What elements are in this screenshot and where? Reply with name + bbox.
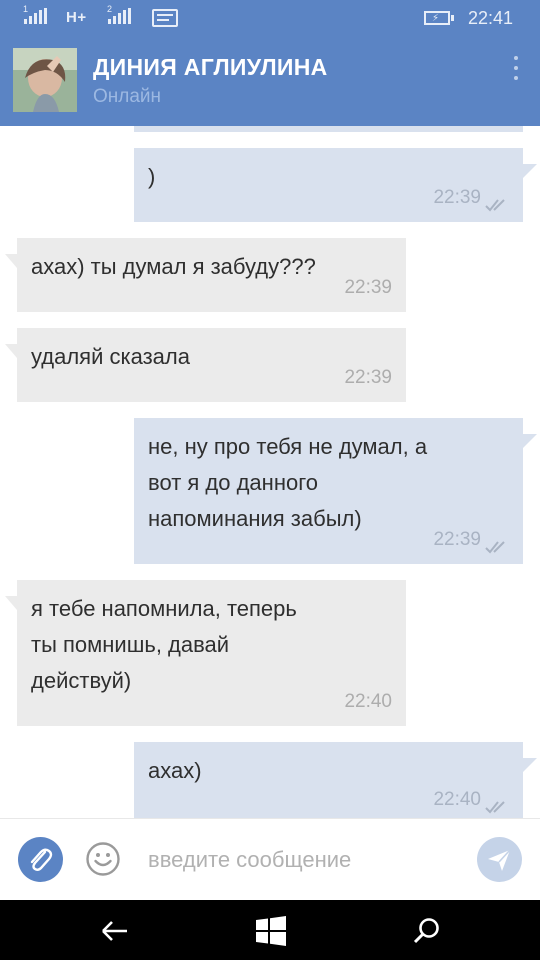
- search-button[interactable]: [411, 915, 443, 947]
- message-time: 22:39: [344, 367, 392, 388]
- signal-strength-icon: 1: [23, 4, 47, 24]
- message-text: я тебе напомнила, теперь ты помнишь, дав…: [31, 596, 297, 693]
- battery-charging-icon: ⚡: [424, 11, 454, 25]
- double-check-icon: [485, 801, 505, 814]
- message-text: не, ну про тебя не думал, а вот я до дан…: [148, 434, 428, 531]
- message-bubble-outgoing[interactable]: ахах) 22:40: [134, 742, 537, 818]
- message-time: 22:39: [433, 187, 481, 208]
- message-bubble-outgoing[interactable]: не, ну про тебя не думал, а вот я до дан…: [134, 418, 537, 564]
- contact-avatar[interactable]: [13, 48, 77, 112]
- message-time: 22:39: [433, 529, 481, 550]
- status-bar: 1 H+ 2 ⚡ 22:41: [0, 0, 540, 36]
- emoji-button[interactable]: [85, 841, 121, 877]
- message-time: 22:39: [344, 277, 392, 298]
- message-bubble-incoming[interactable]: я тебе напомнила, теперь ты помнишь, дав…: [5, 580, 406, 726]
- windows-logo-icon: [256, 916, 286, 946]
- paperclip-icon: [30, 848, 53, 871]
- compose-bar: [0, 818, 540, 901]
- smiley-icon: [86, 842, 120, 876]
- signal-strength-sim2-icon: 2: [107, 4, 131, 24]
- back-button[interactable]: [99, 915, 131, 947]
- attach-button[interactable]: [18, 837, 63, 882]
- search-icon: [413, 918, 439, 944]
- app-header: 1 H+ 2 ⚡ 22:41 ДИНИЯ АГЛИУЛИНА Онлайн: [0, 0, 540, 126]
- double-check-icon: [485, 199, 505, 212]
- message-text: ахах): [148, 758, 202, 783]
- system-nav-bar: [0, 900, 540, 960]
- message-bubble-outgoing[interactable]: ) 22:39: [134, 148, 537, 222]
- message-input[interactable]: [146, 839, 460, 881]
- double-check-icon: [485, 541, 505, 554]
- start-button[interactable]: [255, 915, 287, 947]
- network-type: H+: [66, 9, 87, 26]
- message-notification-icon: [152, 9, 178, 27]
- back-arrow-icon: [102, 921, 127, 941]
- contact-name[interactable]: ДИНИЯ АГЛИУЛИНА: [93, 54, 328, 81]
- message-list[interactable]: ) 22:39 ахах) ты думал я забуду??? 22:39…: [0, 126, 540, 818]
- send-button[interactable]: [477, 837, 522, 882]
- sim2-label: 2: [107, 4, 113, 14]
- message-time: 22:40: [433, 789, 481, 810]
- status-time: 22:41: [468, 8, 514, 28]
- message-bubble-partial: [134, 126, 523, 132]
- message-text: ): [148, 164, 156, 189]
- message-text: ахах) ты думал я забуду???: [31, 254, 316, 279]
- contact-status: Онлайн: [93, 86, 162, 107]
- message-bubble-incoming[interactable]: удаляй сказала 22:39: [5, 328, 406, 402]
- message-bubble-incoming[interactable]: ахах) ты думал я забуду??? 22:39: [5, 238, 406, 312]
- more-options-icon[interactable]: [512, 56, 520, 80]
- paper-plane-icon: [488, 849, 511, 871]
- message-time: 22:40: [344, 691, 392, 712]
- message-text: удаляй сказала: [31, 344, 190, 369]
